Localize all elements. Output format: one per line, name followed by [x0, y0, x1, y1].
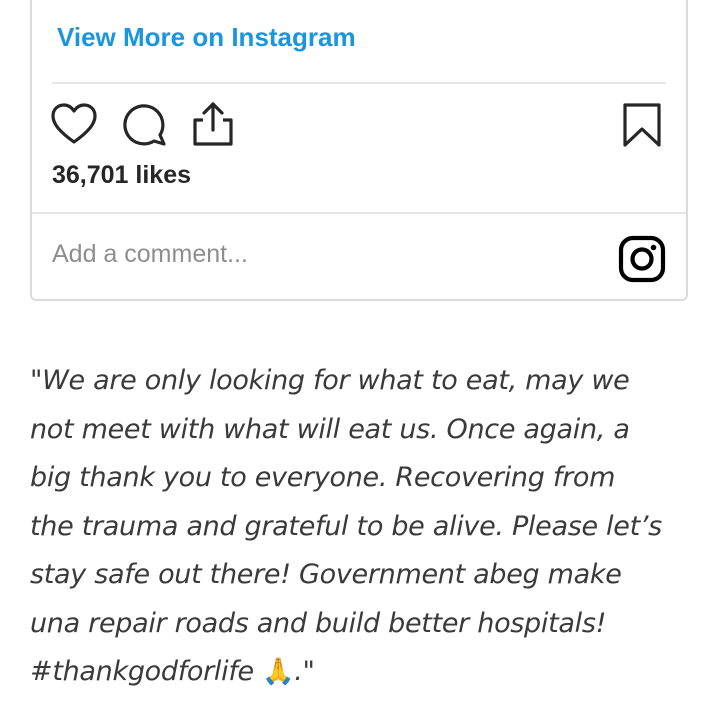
praying-hands-emoji: 🙏 — [262, 657, 295, 687]
view-more-on-instagram-link[interactable]: View More on Instagram — [57, 22, 356, 53]
likes-count: 36,701 likes — [52, 161, 192, 189]
divider — [52, 82, 666, 84]
add-comment-input[interactable] — [52, 236, 592, 272]
heart-icon[interactable] — [50, 102, 98, 146]
quote-end: ." — [294, 656, 315, 687]
comment-bubble-icon[interactable] — [122, 101, 168, 147]
divider — [32, 212, 686, 214]
instagram-embed-card: View More on Instagram 36,701 likes — [30, 0, 688, 301]
article-quote: "We are only looking for what to eat, ma… — [30, 357, 700, 697]
quote-line: "We are only looking for what to eat, ma… — [30, 365, 630, 396]
quote-line: una repair roads and build better hospit… — [30, 607, 607, 639]
quote-line: stay safe out there! Government abeg mak… — [30, 559, 622, 590]
quote-line-last: #thankgodforlife 🙏." — [30, 648, 700, 697]
quote-line: big thank you to everyone. Recovering fr… — [30, 462, 616, 493]
bookmark-icon[interactable] — [622, 102, 662, 153]
share-upload-icon[interactable] — [190, 100, 236, 148]
hashtag: #thankgodforlife — [30, 656, 254, 687]
quote-line: not meet with what will eat us. Once aga… — [30, 413, 630, 445]
post-action-bar — [50, 100, 236, 148]
instagram-logo-icon[interactable] — [618, 235, 666, 288]
quote-line: the trauma and grateful to be alive. Ple… — [30, 510, 662, 542]
